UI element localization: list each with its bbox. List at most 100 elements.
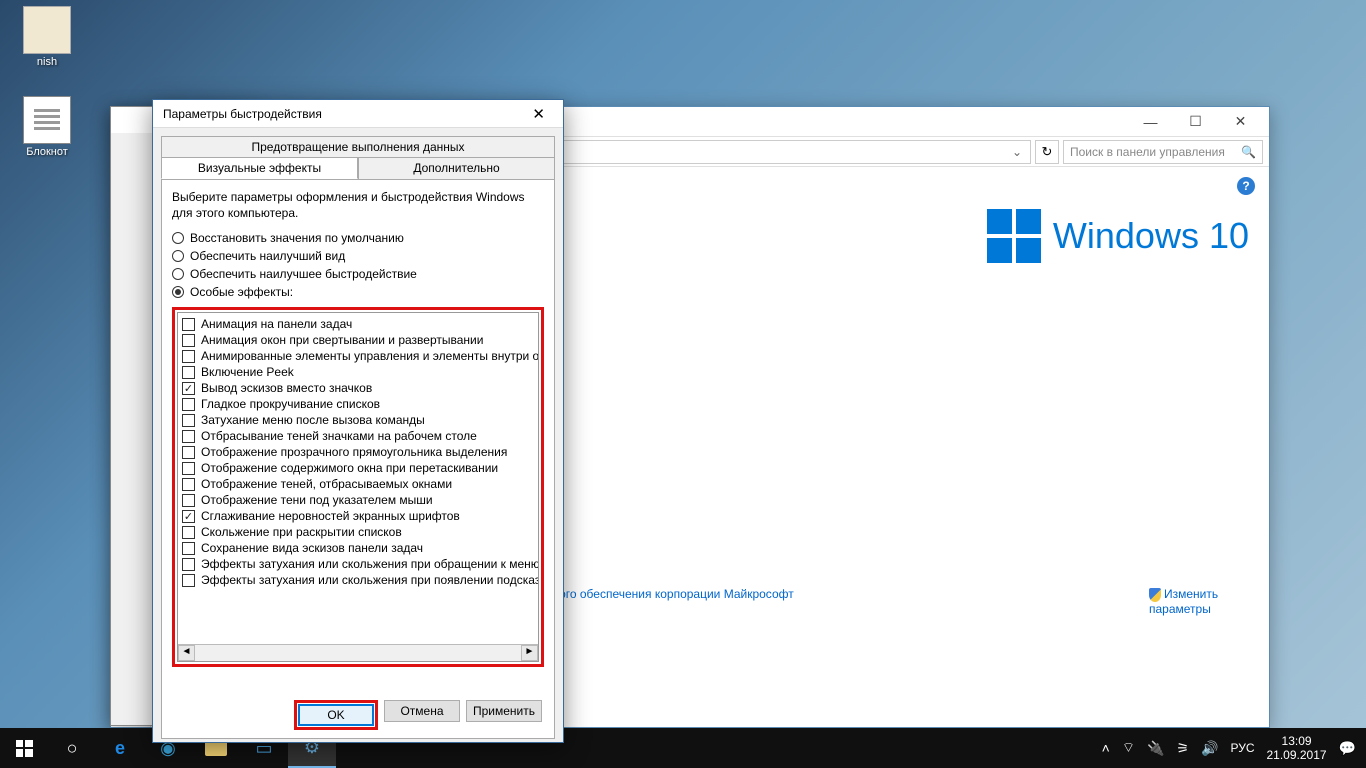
scroll-left-button[interactable]: ◄	[178, 645, 195, 661]
checkbox-label: Эффекты затухания или скольжения при поя…	[201, 573, 539, 587]
radio-label: Обеспечить наилучший вид	[190, 249, 345, 263]
checkbox-label: Гладкое прокручивание списков	[201, 397, 380, 411]
radio-icon	[172, 268, 184, 280]
effect-checkbox-14[interactable]: Сохранение вида эскизов панели задач	[180, 540, 536, 556]
checkbox-icon	[182, 494, 195, 507]
checkbox-icon	[182, 398, 195, 411]
checkbox-label: Отображение прозрачного прямоугольника в…	[201, 445, 507, 459]
checkbox-label: Скольжение при раскрытии списков	[201, 525, 402, 539]
checkbox-icon	[182, 430, 195, 443]
desktop-notepad[interactable]: Блокнот	[10, 96, 84, 158]
tray-volume-icon[interactable]: 🔊	[1201, 740, 1218, 757]
effects-list: Анимация на панели задачАнимация окон пр…	[177, 312, 539, 662]
tab-dep[interactable]: Предотвращение выполнения данных	[161, 136, 555, 157]
change-settings-link[interactable]: Изменить параметры	[1149, 587, 1249, 616]
effect-checkbox-8[interactable]: Отображение прозрачного прямоугольника в…	[180, 444, 536, 460]
tray-language[interactable]: РУС	[1230, 741, 1254, 755]
tab-visual-effects[interactable]: Визуальные эффекты	[161, 157, 358, 179]
checkbox-icon	[182, 510, 195, 523]
system-tray: ˄ ⌔ 🔌 ⚞ 🔊 РУС 13:09 21.09.2017 💬	[1092, 734, 1366, 763]
tab-advanced[interactable]: Дополнительно	[358, 157, 555, 179]
effect-checkbox-6[interactable]: Затухание меню после вызова команды	[180, 412, 536, 428]
effects-highlight-box: Анимация на панели задачАнимация окон пр…	[172, 307, 544, 667]
radio-option-0[interactable]: Восстановить значения по умолчанию	[172, 231, 544, 245]
apply-button[interactable]: Применить	[466, 700, 542, 722]
effect-checkbox-13[interactable]: Скольжение при раскрытии списков	[180, 524, 536, 540]
cancel-button[interactable]: Отмена	[384, 700, 460, 722]
effect-checkbox-4[interactable]: Вывод эскизов вместо значков	[180, 380, 536, 396]
radio-icon	[172, 286, 184, 298]
performance-options-dialog: Параметры быстродействия ✕ Предотвращени…	[152, 99, 564, 743]
effect-checkbox-1[interactable]: Анимация окон при свертывании и разверты…	[180, 332, 536, 348]
windows-icon	[16, 740, 33, 757]
effect-checkbox-11[interactable]: Отображение тени под указателем мыши	[180, 492, 536, 508]
checkbox-label: Вывод эскизов вместо значков	[201, 381, 372, 395]
windows10-logo: Windows 10	[987, 209, 1249, 263]
checkbox-icon	[182, 446, 195, 459]
windows10-text: Windows 10	[1053, 215, 1249, 257]
checkbox-icon	[182, 462, 195, 475]
dropdown-icon[interactable]: ⌄	[1012, 145, 1022, 159]
effect-checkbox-15[interactable]: Эффекты затухания или скольжения при обр…	[180, 556, 536, 572]
radio-icon	[172, 232, 184, 244]
checkbox-label: Отбрасывание теней значками на рабочем с…	[201, 429, 477, 443]
taskbar-edge[interactable]: e	[96, 728, 144, 768]
tray-bluetooth-icon[interactable]: ⌔	[1122, 739, 1135, 757]
desktop-icon-label: nish	[10, 56, 84, 68]
shield-icon	[1149, 588, 1161, 602]
help-icon[interactable]: ?	[1237, 177, 1255, 195]
start-button[interactable]	[0, 728, 48, 768]
horizontal-scrollbar[interactable]: ◄ ►	[178, 644, 538, 661]
windows-icon	[987, 209, 1041, 263]
close-button[interactable]: ✕	[524, 103, 553, 125]
effect-checkbox-7[interactable]: Отбрасывание теней значками на рабочем с…	[180, 428, 536, 444]
checkbox-label: Эффекты затухания или скольжения при обр…	[201, 557, 539, 571]
checkbox-icon	[182, 334, 195, 347]
ok-highlight-box: OK	[294, 700, 378, 730]
checkbox-icon	[182, 414, 195, 427]
folder-icon	[23, 6, 71, 54]
checkbox-icon	[182, 574, 195, 587]
tray-notifications-icon[interactable]: 💬	[1339, 740, 1356, 757]
checkbox-icon	[182, 318, 195, 331]
refresh-button[interactable]: ↻	[1035, 140, 1059, 164]
checkbox-label: Отображение содержимого окна при перетас…	[201, 461, 498, 475]
checkbox-icon	[182, 366, 195, 379]
checkbox-icon	[182, 542, 195, 555]
effect-checkbox-16[interactable]: Эффекты затухания или скольжения при поя…	[180, 572, 536, 588]
radio-option-1[interactable]: Обеспечить наилучший вид	[172, 249, 544, 263]
search-placeholder: Поиск в панели управления	[1070, 145, 1225, 159]
close-button[interactable]: ✕	[1218, 108, 1263, 136]
effect-checkbox-10[interactable]: Отображение теней, отбрасываемых окнами	[180, 476, 536, 492]
tray-power-icon[interactable]: 🔌	[1147, 740, 1164, 757]
desktop-icon-label: Блокнот	[10, 146, 84, 158]
effect-checkbox-2[interactable]: Анимированные элементы управления и элем…	[180, 348, 536, 364]
maximize-button[interactable]: ☐	[1173, 108, 1218, 136]
tray-time: 13:09	[1267, 734, 1327, 748]
effect-checkbox-3[interactable]: Включение Peek	[180, 364, 536, 380]
checkbox-label: Отображение тени под указателем мыши	[201, 493, 433, 507]
effect-checkbox-0[interactable]: Анимация на панели задач	[180, 316, 536, 332]
search-icon: 🔍	[1241, 145, 1256, 159]
ok-button[interactable]: OK	[298, 704, 374, 726]
scroll-right-button[interactable]: ►	[521, 645, 538, 661]
instruction-text: Выберите параметры оформления и быстроде…	[172, 190, 544, 221]
checkbox-label: Анимация окон при свертывании и разверты…	[201, 333, 483, 347]
tray-chevron-up-icon[interactable]: ˄	[1102, 740, 1110, 756]
effect-checkbox-5[interactable]: Гладкое прокручивание списков	[180, 396, 536, 412]
minimize-button[interactable]: —	[1128, 108, 1173, 136]
radio-option-2[interactable]: Обеспечить наилучшее быстродействие	[172, 267, 544, 281]
search-input[interactable]: Поиск в панели управления 🔍	[1063, 140, 1263, 164]
tray-date: 21.09.2017	[1267, 748, 1327, 762]
radio-label: Обеспечить наилучшее быстродействие	[190, 267, 417, 281]
tray-clock[interactable]: 13:09 21.09.2017	[1267, 734, 1327, 763]
radio-option-3[interactable]: Особые эффекты:	[172, 285, 544, 299]
radio-label: Особые эффекты:	[190, 285, 293, 299]
effect-checkbox-9[interactable]: Отображение содержимого окна при перетас…	[180, 460, 536, 476]
desktop-folder-nish[interactable]: nish	[10, 6, 84, 68]
checkbox-icon	[182, 350, 195, 363]
tray-network-icon[interactable]: ⚞	[1176, 740, 1189, 757]
taskbar-cortana[interactable]: ○	[48, 728, 96, 768]
checkbox-icon	[182, 382, 195, 395]
effect-checkbox-12[interactable]: Сглаживание неровностей экранных шрифтов	[180, 508, 536, 524]
